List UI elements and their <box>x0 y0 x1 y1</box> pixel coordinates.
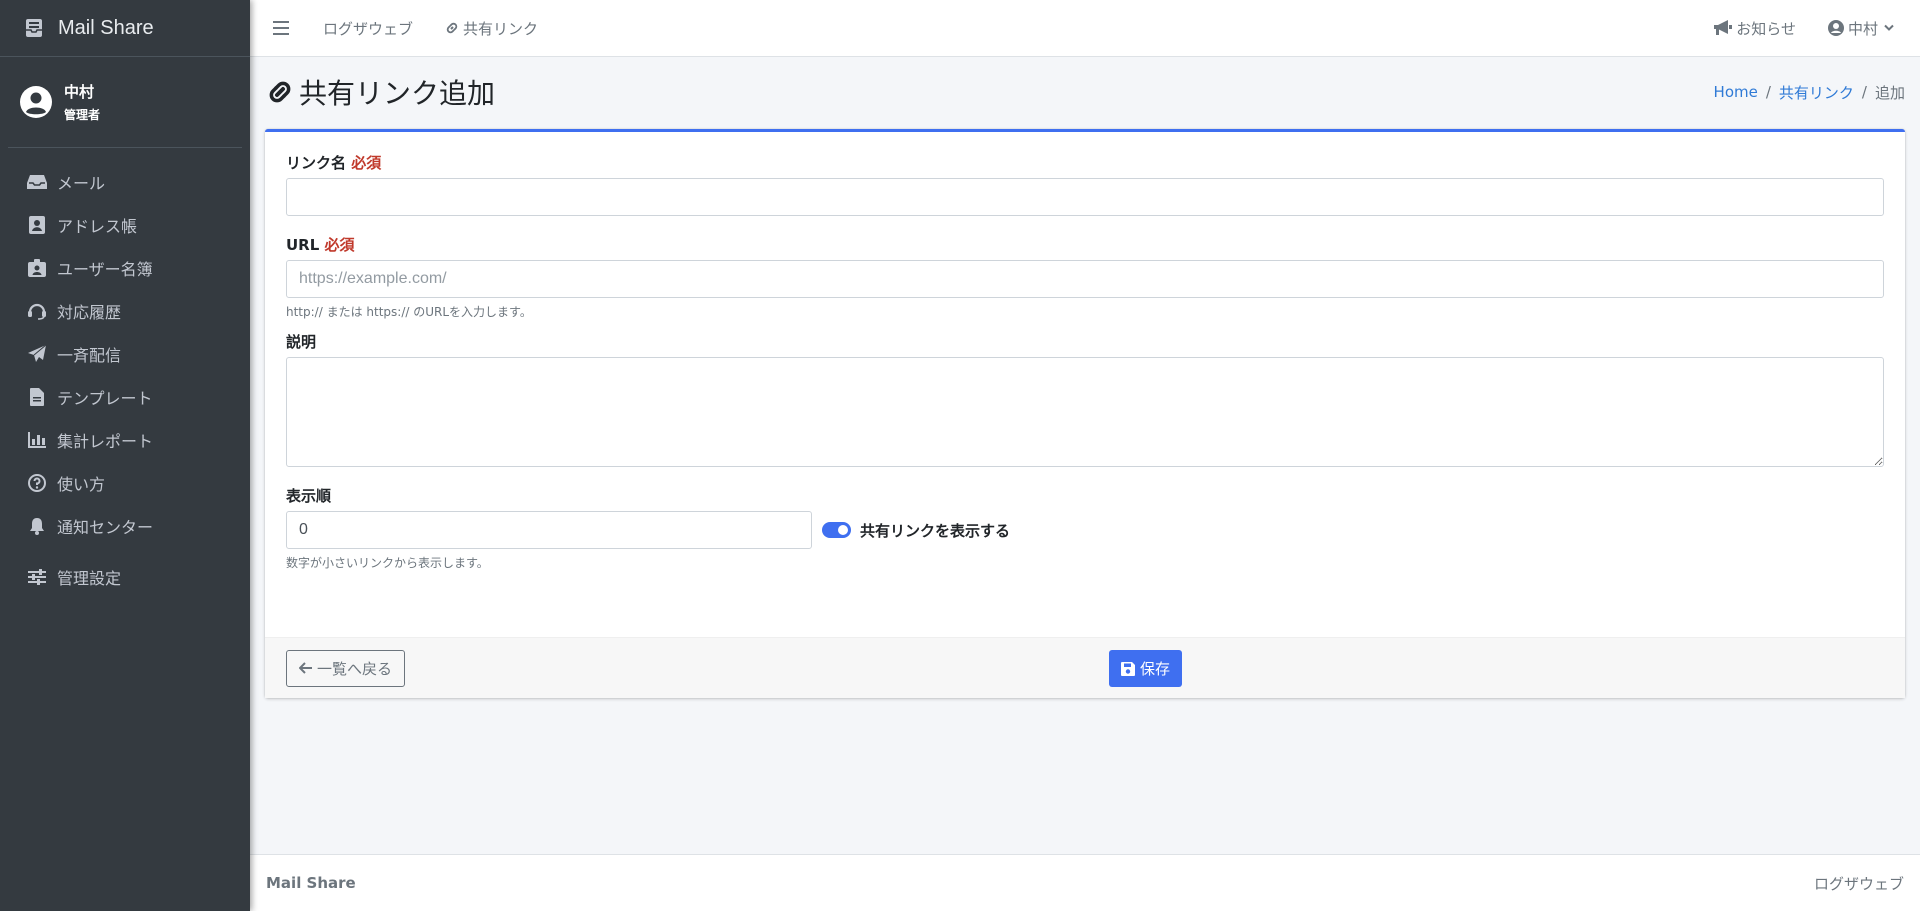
brand-link[interactable]: Mail Share <box>0 0 250 57</box>
sidebar-item-history[interactable]: 対応履歴 <box>0 289 250 332</box>
order-input[interactable] <box>286 511 812 549</box>
sidebar-item-label: 対応履歴 <box>57 302 122 322</box>
sidebar-item-label: メール <box>57 173 106 193</box>
breadcrumb-shared-links[interactable]: 共有リンク <box>1779 82 1854 103</box>
link-icon <box>269 81 291 103</box>
chevron-down-icon <box>1884 24 1894 31</box>
user-circle-icon <box>20 86 52 118</box>
breadcrumb-home[interactable]: Home <box>1714 83 1758 101</box>
headset-icon <box>27 301 47 321</box>
nav-link-shared-links[interactable]: 共有リンク <box>445 18 538 39</box>
order-group: 表示順 共有リンクを表示する 数字が小さいリンクから表示します。 <box>286 485 1884 572</box>
file-icon <box>27 387 47 407</box>
form-body: リンク名 必須 URL 必須 http:// または https:// のURL… <box>265 132 1905 637</box>
description-textarea[interactable] <box>286 357 1884 467</box>
address-book-icon <box>27 215 47 235</box>
sidebar-item-report[interactable]: 集計レポート <box>0 418 250 461</box>
toggle-knob <box>838 525 848 535</box>
question-circle-icon <box>27 473 47 493</box>
user-menu-label: 中村 <box>1847 19 1878 38</box>
url-label: URL 必須 <box>286 234 1884 260</box>
hamburger-menu-icon[interactable] <box>273 17 295 39</box>
top-navbar: ログザウェブ 共有リンク お知らせ 中村 <box>250 0 1920 57</box>
url-group: URL 必須 http:// または https:// のURLを入力します。 <box>286 234 1884 321</box>
save-button[interactable]: 保存 <box>1109 650 1183 687</box>
sidebar-nav: メール アドレス帳 ユーザー名簿 対応履歴 一斉配信 テンプレート 集計レポート <box>0 148 250 598</box>
sidebar-item-label: 集計レポート <box>57 431 154 451</box>
sidebar-item-template[interactable]: テンプレート <box>0 375 250 418</box>
id-badge-icon <box>27 258 47 278</box>
url-label-text: URL <box>286 236 320 254</box>
sidebar-item-user-directory[interactable]: ユーザー名簿 <box>0 246 250 289</box>
link-icon <box>446 22 458 34</box>
link-name-label-text: リンク名 <box>286 154 347 172</box>
top-right-menu: お知らせ 中村 <box>1682 18 1898 39</box>
megaphone-icon <box>1714 20 1733 35</box>
link-name-input[interactable] <box>286 178 1884 216</box>
sidebar-item-notifications[interactable]: 通知センター <box>0 504 250 547</box>
arrow-left-icon <box>299 662 312 674</box>
save-icon <box>1121 661 1135 676</box>
sliders-icon <box>27 567 47 587</box>
order-label: 表示順 <box>286 487 332 505</box>
page-title-text: 共有リンク追加 <box>299 77 496 110</box>
sidebar-item-label: ユーザー名簿 <box>57 259 153 279</box>
link-name-label: リンク名 必須 <box>286 152 1884 178</box>
required-badge: 必須 <box>351 154 382 172</box>
bar-chart-icon <box>27 430 47 450</box>
breadcrumb-current: 追加 <box>1874 83 1905 102</box>
sidebar-item-broadcast[interactable]: 一斉配信 <box>0 332 250 375</box>
save-button-label: 保存 <box>1140 660 1171 678</box>
user-menu-dropdown[interactable]: 中村 <box>1827 18 1898 39</box>
sidebar-item-label: 通知センター <box>57 517 154 537</box>
breadcrumb-separator: / <box>1861 83 1867 101</box>
user-panel[interactable]: 中村 管理者 <box>8 57 242 148</box>
visible-toggle-label: 共有リンクを表示する <box>860 521 1011 540</box>
sidebar-item-label: 使い方 <box>57 474 106 494</box>
mail-box-icon <box>26 19 42 37</box>
footer-credit: ログザウェブ <box>1813 874 1904 893</box>
breadcrumb: Home / 共有リンク / 追加 <box>1714 82 1905 103</box>
url-help-text: http:// または https:// のURLを入力します。 <box>286 305 532 319</box>
bell-icon <box>27 516 47 536</box>
breadcrumb-separator: / <box>1765 83 1771 101</box>
user-name: 中村 <box>64 83 95 101</box>
notice-link[interactable]: お知らせ <box>1714 18 1796 39</box>
content-header: 共有リンク追加 Home / 共有リンク / 追加 <box>265 70 1905 114</box>
paper-plane-icon <box>27 344 47 364</box>
sidebar-item-label: テンプレート <box>57 388 153 408</box>
description-label: 説明 <box>286 333 317 351</box>
page-footer: Mail Share ログザウェブ <box>250 854 1920 911</box>
inbox-icon <box>27 172 47 192</box>
description-group: 説明 <box>286 331 1884 467</box>
toggle-switch[interactable] <box>822 522 851 538</box>
sidebar-item-mail[interactable]: メール <box>0 160 250 203</box>
sidebar-item-admin-settings[interactable]: 管理設定 <box>0 555 250 598</box>
visible-toggle[interactable]: 共有リンクを表示する <box>822 520 1010 541</box>
brand-text: Mail Share <box>58 16 154 39</box>
sidebar-item-help[interactable]: 使い方 <box>0 461 250 504</box>
page-title: 共有リンク追加 <box>265 72 495 112</box>
sidebar-item-label: アドレス帳 <box>57 216 138 236</box>
order-help-text: 数字が小さいリンクから表示します。 <box>286 556 489 570</box>
sidebar-item-label: 一斉配信 <box>57 345 122 365</box>
back-to-list-button[interactable]: 一覧へ戻る <box>286 649 406 687</box>
form-card: リンク名 必須 URL 必須 http:// または https:// のURL… <box>265 129 1905 698</box>
form-footer: 一覧へ戻る 保存 <box>265 637 1905 698</box>
sidebar: Mail Share 中村 管理者 メール アドレス帳 ユーザー名簿 対応履歴 … <box>0 0 250 911</box>
order-row: 共有リンクを表示する <box>286 511 1884 549</box>
footer-brand: Mail Share <box>266 874 356 892</box>
notice-label: お知らせ <box>1736 19 1796 38</box>
nav-link-shared-label: 共有リンク <box>463 19 539 38</box>
required-badge: 必須 <box>324 236 355 254</box>
user-role: 管理者 <box>64 108 101 122</box>
user-circle-icon <box>1827 20 1844 36</box>
sidebar-item-label: 管理設定 <box>57 568 122 588</box>
sidebar-item-address-book[interactable]: アドレス帳 <box>0 203 250 246</box>
nav-link-logweb[interactable]: ログザウェブ <box>323 18 413 39</box>
back-button-label: 一覧へ戻る <box>317 659 393 678</box>
link-name-group: リンク名 必須 <box>286 152 1884 216</box>
url-input[interactable] <box>286 260 1884 298</box>
